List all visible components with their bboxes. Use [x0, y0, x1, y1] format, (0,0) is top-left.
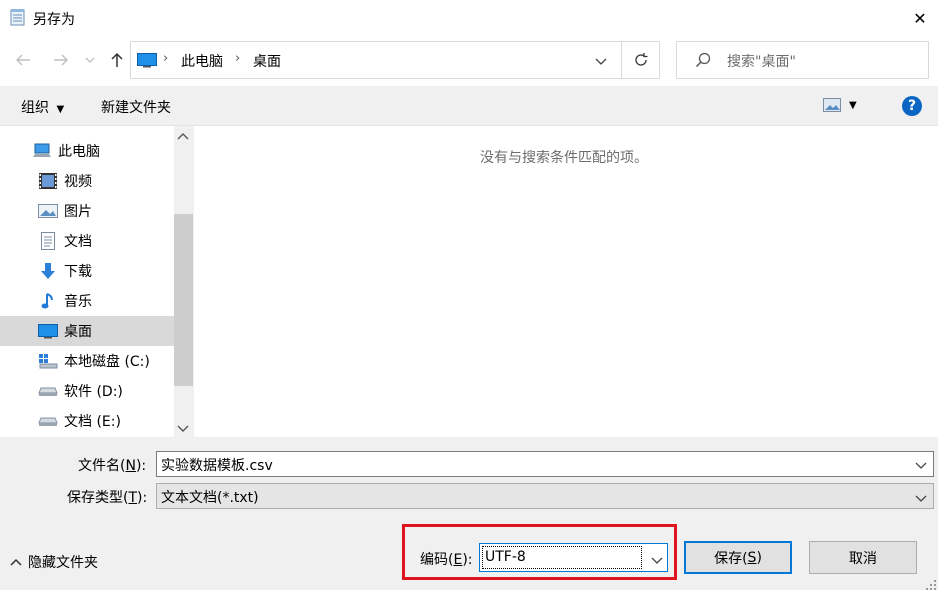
tree-item-label: 下载 [64, 264, 92, 280]
desktop-icon [38, 321, 58, 341]
picture-icon [38, 201, 58, 221]
arrow-up-icon [111, 52, 123, 67]
notepad-icon [10, 8, 26, 26]
drive-icon [38, 381, 58, 401]
tree-item-desktop[interactable]: 桌面 [0, 316, 174, 346]
breadcrumb-separator: › [163, 51, 169, 66]
up-button[interactable] [104, 45, 130, 75]
chevron-down-icon [85, 57, 95, 63]
new-folder-button[interactable]: 新建文件夹 [101, 97, 171, 117]
filetype-select[interactable] [156, 483, 934, 509]
breadcrumb-item-desktop[interactable]: 桌面 [253, 51, 281, 71]
scroll-down-icon[interactable] [176, 421, 190, 437]
filename-label: 文件名(N): [78, 458, 147, 474]
scroll-up-icon[interactable] [176, 130, 190, 146]
help-icon[interactable]: ? [902, 96, 922, 116]
document-icon [38, 231, 58, 251]
forward-button[interactable] [48, 45, 74, 75]
hide-folders-button[interactable]: 隐藏文件夹 [10, 552, 98, 572]
tree-item-videos[interactable]: 视频 [0, 166, 174, 196]
organize-label: 组织 [21, 100, 49, 116]
encoding-label: 编码(E): [420, 552, 473, 568]
cancel-button[interactable]: 取消 [809, 541, 917, 574]
drive-icon [38, 411, 58, 431]
breadcrumb-item-this-pc[interactable]: 此电脑 [181, 51, 223, 71]
close-icon: ✕ [913, 8, 927, 28]
tree-item-label: 本地磁盘 (C:) [64, 354, 150, 370]
tree-item-label: 此电脑 [58, 144, 100, 160]
chevron-down-icon[interactable] [915, 491, 927, 507]
title-bar [0, 0, 938, 36]
close-button[interactable]: ✕ [902, 0, 938, 36]
download-icon [38, 261, 58, 281]
filetype-label: 保存类型(T): [67, 490, 148, 506]
tree-item-pictures[interactable]: 图片 [0, 196, 174, 226]
search-icon [695, 52, 711, 72]
tree-item-drive-e[interactable]: 文档 (E:) [0, 406, 174, 436]
computer-icon [32, 141, 52, 161]
tree-item-label: 音乐 [64, 294, 92, 310]
save-button[interactable]: 保存(S) [684, 541, 792, 574]
organize-button[interactable]: 组织 ▼ [21, 97, 64, 117]
window-title: 另存为 [33, 12, 75, 28]
chevron-down-icon [595, 58, 607, 65]
tree-item-label: 文档 [64, 234, 92, 250]
tree-item-drive-d[interactable]: 软件 (D:) [0, 376, 174, 406]
tree-item-music[interactable]: 音乐 [0, 286, 174, 316]
view-options-button[interactable]: ▼ [823, 97, 857, 113]
tree-item-this-pc[interactable]: 此电脑 [0, 136, 174, 166]
resize-grip-icon[interactable] [926, 578, 936, 590]
tree-item-documents[interactable]: 文档 [0, 226, 174, 256]
empty-message: 没有与搜索条件匹配的项。 [480, 150, 648, 166]
filetype-value: 文本文档(*.txt) [161, 490, 259, 506]
recent-locations-button[interactable] [80, 45, 100, 75]
chevron-down-icon[interactable] [915, 458, 927, 474]
music-icon [38, 291, 58, 311]
tree-item-label: 视频 [64, 174, 92, 190]
refresh-button[interactable] [622, 41, 660, 79]
arrow-right-icon [54, 54, 68, 66]
tree-item-label: 文档 (E:) [64, 414, 121, 430]
caret-down-icon: ▼ [56, 104, 65, 115]
hide-folders-label: 隐藏文件夹 [28, 555, 98, 571]
tree-item-label: 桌面 [64, 324, 92, 340]
tree-item-label: 图片 [64, 204, 92, 220]
address-dropdown-button[interactable] [591, 52, 611, 70]
filename-value: 实验数据模板.csv [161, 458, 273, 474]
breadcrumb-separator: › [235, 51, 241, 66]
arrow-left-icon [16, 54, 30, 66]
nav-scrollbar-thumb[interactable] [174, 214, 193, 386]
desktop-icon [137, 52, 157, 72]
caret-down-icon: ▼ [849, 99, 857, 111]
chevron-down-icon[interactable] [651, 553, 663, 569]
view-icon [823, 98, 841, 112]
encoding-value: UTF-8 [485, 549, 526, 565]
local-disk-icon [38, 351, 58, 371]
tree-item-downloads[interactable]: 下载 [0, 256, 174, 286]
back-button[interactable] [10, 45, 36, 75]
refresh-icon [634, 53, 647, 66]
chevron-up-icon [10, 558, 22, 566]
tree-item-local-disk-c[interactable]: 本地磁盘 (C:) [0, 346, 174, 376]
search-placeholder: 搜索"桌面" [727, 54, 796, 70]
file-list-area[interactable] [194, 126, 938, 437]
tree-item-label: 软件 (D:) [64, 384, 123, 400]
video-icon [38, 171, 58, 191]
search-input[interactable] [676, 41, 929, 79]
